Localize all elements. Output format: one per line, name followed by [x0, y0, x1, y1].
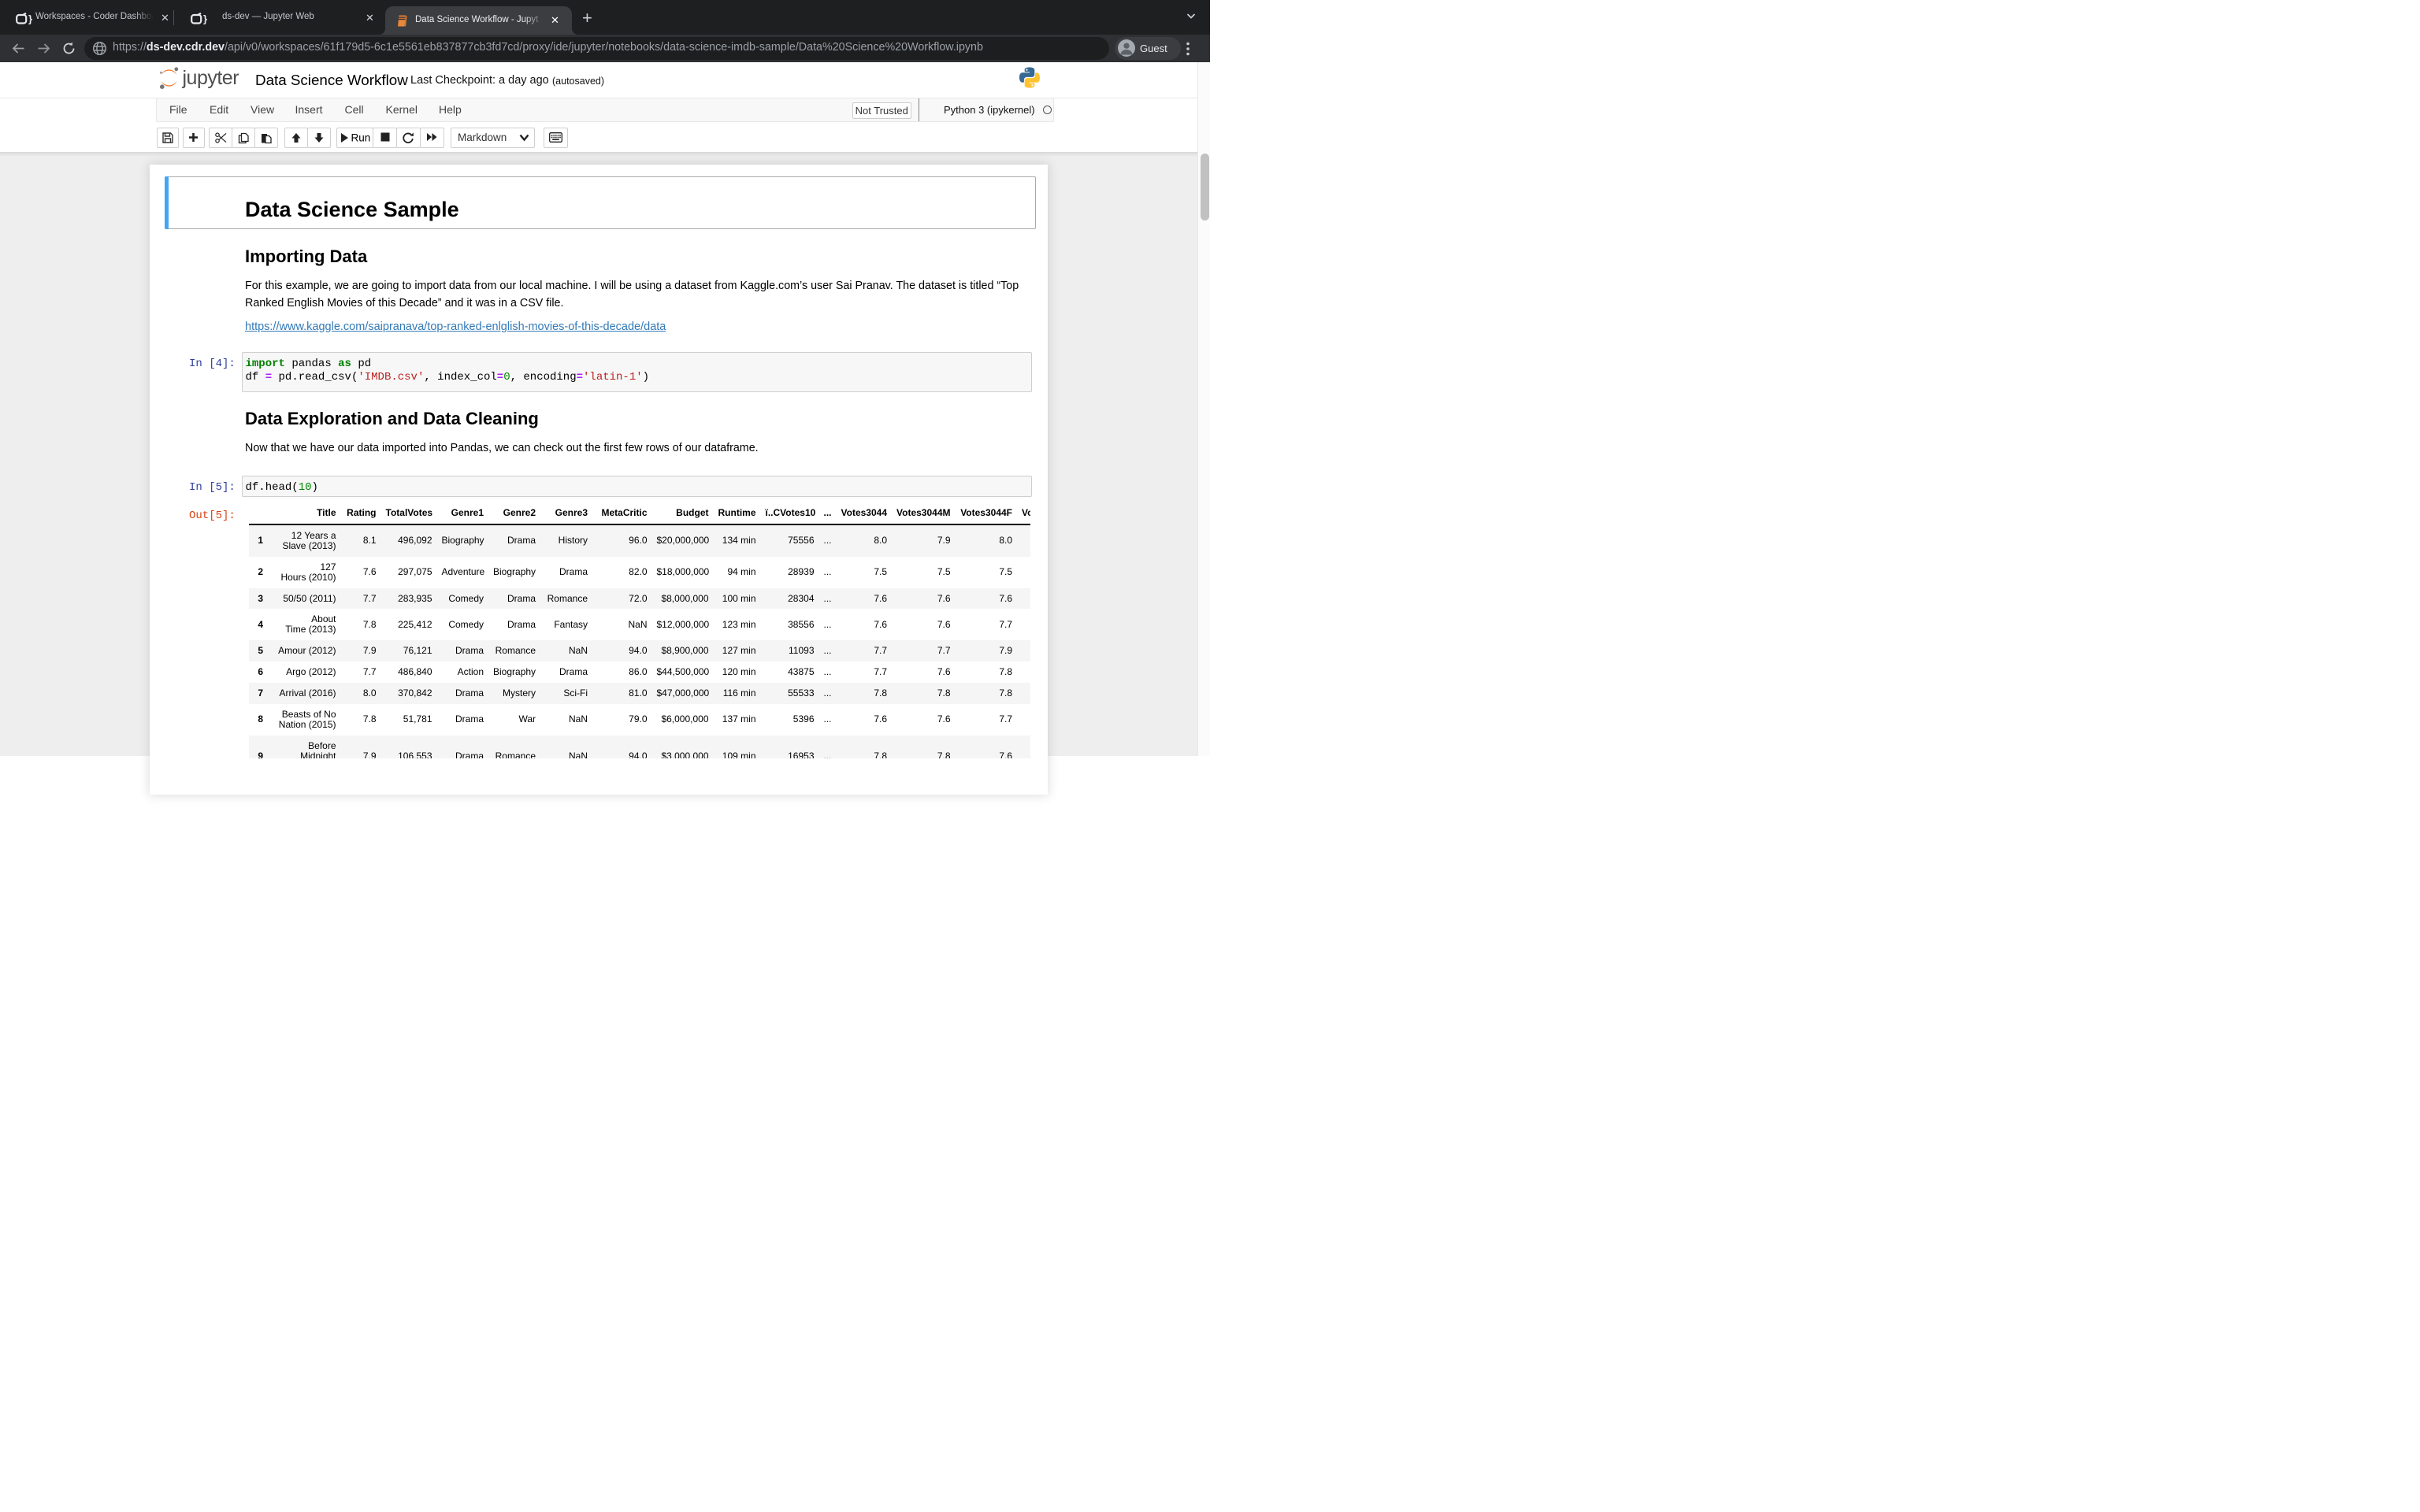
svg-text:}: } [28, 13, 32, 25]
svg-text:}: } [203, 13, 207, 25]
svg-text:Run: Run [351, 132, 371, 143]
